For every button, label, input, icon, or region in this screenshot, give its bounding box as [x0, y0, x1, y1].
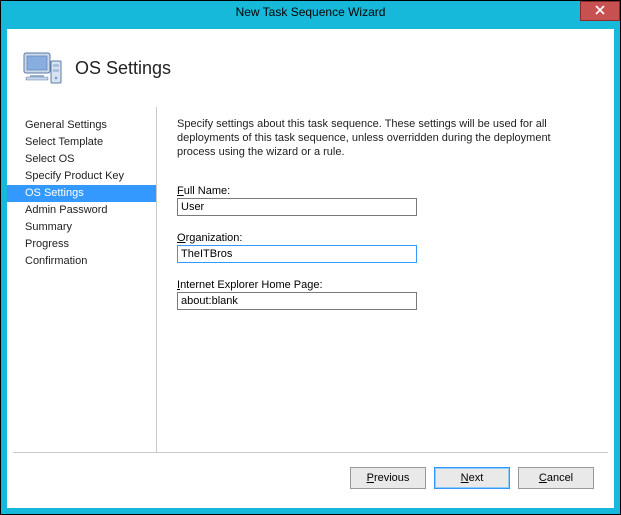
organization-label: Organization:: [177, 232, 592, 244]
next-button[interactable]: Next: [434, 467, 510, 489]
fullname-accel: F: [177, 185, 184, 197]
next-rest: ext: [469, 472, 484, 484]
organization-label-text: rganization:: [186, 232, 243, 244]
close-icon: [595, 4, 605, 18]
page-title: OS Settings: [75, 58, 171, 79]
cancel-accel: C: [539, 472, 547, 484]
organization-accel: O: [177, 232, 186, 244]
header-area: OS Settings: [7, 29, 614, 107]
step-general-settings[interactable]: General Settings: [7, 117, 156, 134]
cancel-button[interactable]: Cancel: [518, 467, 594, 489]
step-select-os[interactable]: Select OS: [7, 151, 156, 168]
iehome-input[interactable]: [177, 292, 417, 310]
sidebar: General Settings Select Template Select …: [7, 107, 157, 459]
wizard-window: New Task Sequence Wizard OS: [0, 0, 621, 515]
previous-accel: P: [367, 472, 374, 484]
wizard-body: General Settings Select Template Select …: [7, 107, 614, 459]
step-specify-product-key[interactable]: Specify Product Key: [7, 168, 156, 185]
step-select-template[interactable]: Select Template: [7, 134, 156, 151]
step-progress[interactable]: Progress: [7, 236, 156, 253]
fullname-label: Full Name:: [177, 185, 592, 197]
footer: Previous Next Cancel: [13, 452, 608, 502]
next-accel: N: [461, 472, 469, 484]
close-button[interactable]: [580, 1, 620, 21]
wizard-frame: OS Settings General Settings Select Temp…: [1, 23, 620, 514]
window-title: New Task Sequence Wizard: [236, 5, 386, 19]
fullname-input[interactable]: [177, 198, 417, 216]
iehome-label-text: nternet Explorer Home Page:: [180, 279, 322, 291]
cancel-rest: ancel: [547, 472, 573, 484]
titlebar: New Task Sequence Wizard: [1, 1, 620, 23]
step-confirmation[interactable]: Confirmation: [7, 253, 156, 270]
step-os-settings[interactable]: OS Settings: [7, 185, 156, 202]
iehome-label: Internet Explorer Home Page:: [177, 279, 592, 291]
computer-icon: [21, 47, 63, 89]
description-text: Specify settings about this task sequenc…: [177, 117, 592, 159]
organization-input[interactable]: [177, 245, 417, 263]
fullname-label-text: ull Name:: [184, 185, 230, 197]
previous-button[interactable]: Previous: [350, 467, 426, 489]
step-admin-password[interactable]: Admin Password: [7, 202, 156, 219]
step-summary[interactable]: Summary: [7, 219, 156, 236]
previous-rest: revious: [374, 472, 409, 484]
content-panel: Specify settings about this task sequenc…: [157, 107, 614, 459]
